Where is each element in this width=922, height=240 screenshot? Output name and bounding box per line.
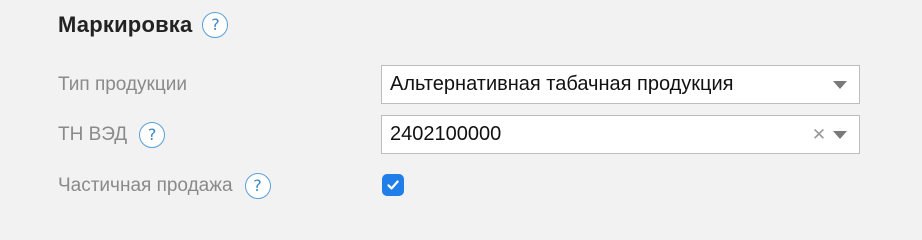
partial-sale-label: Частичная продажа ? [58, 173, 271, 199]
checkmark-icon [387, 180, 399, 190]
tn-ved-row: ТН ВЭД ? [58, 115, 166, 155]
chevron-down-icon[interactable] [833, 80, 847, 89]
marking-section-header: Маркировка ? [58, 12, 229, 38]
tn-ved-label: ТН ВЭД ? [58, 122, 166, 148]
tn-ved-label-text: ТН ВЭД [58, 124, 128, 145]
tn-ved-select[interactable]: 2402100000 ✕ [381, 115, 860, 154]
help-icon[interactable]: ? [139, 122, 166, 148]
partial-sale-row: Частичная продажа ? [58, 166, 271, 206]
product-type-label-text: Тип продукции [58, 74, 187, 95]
help-icon[interactable]: ? [202, 12, 229, 38]
product-type-select[interactable]: Альтернативная табачная продукция [381, 65, 860, 104]
chevron-down-icon[interactable] [833, 130, 847, 139]
product-type-value: Альтернативная табачная продукция [390, 73, 734, 95]
partial-sale-checkbox[interactable] [382, 174, 404, 196]
partial-sale-label-text: Частичная продажа [58, 175, 233, 196]
tn-ved-value: 2402100000 [390, 123, 502, 145]
help-icon[interactable]: ? [244, 173, 271, 199]
section-title: Маркировка [58, 12, 193, 37]
product-type-label: Тип продукции [58, 74, 187, 96]
product-type-row: Тип продукции [58, 65, 187, 105]
close-icon[interactable]: ✕ [811, 125, 827, 145]
